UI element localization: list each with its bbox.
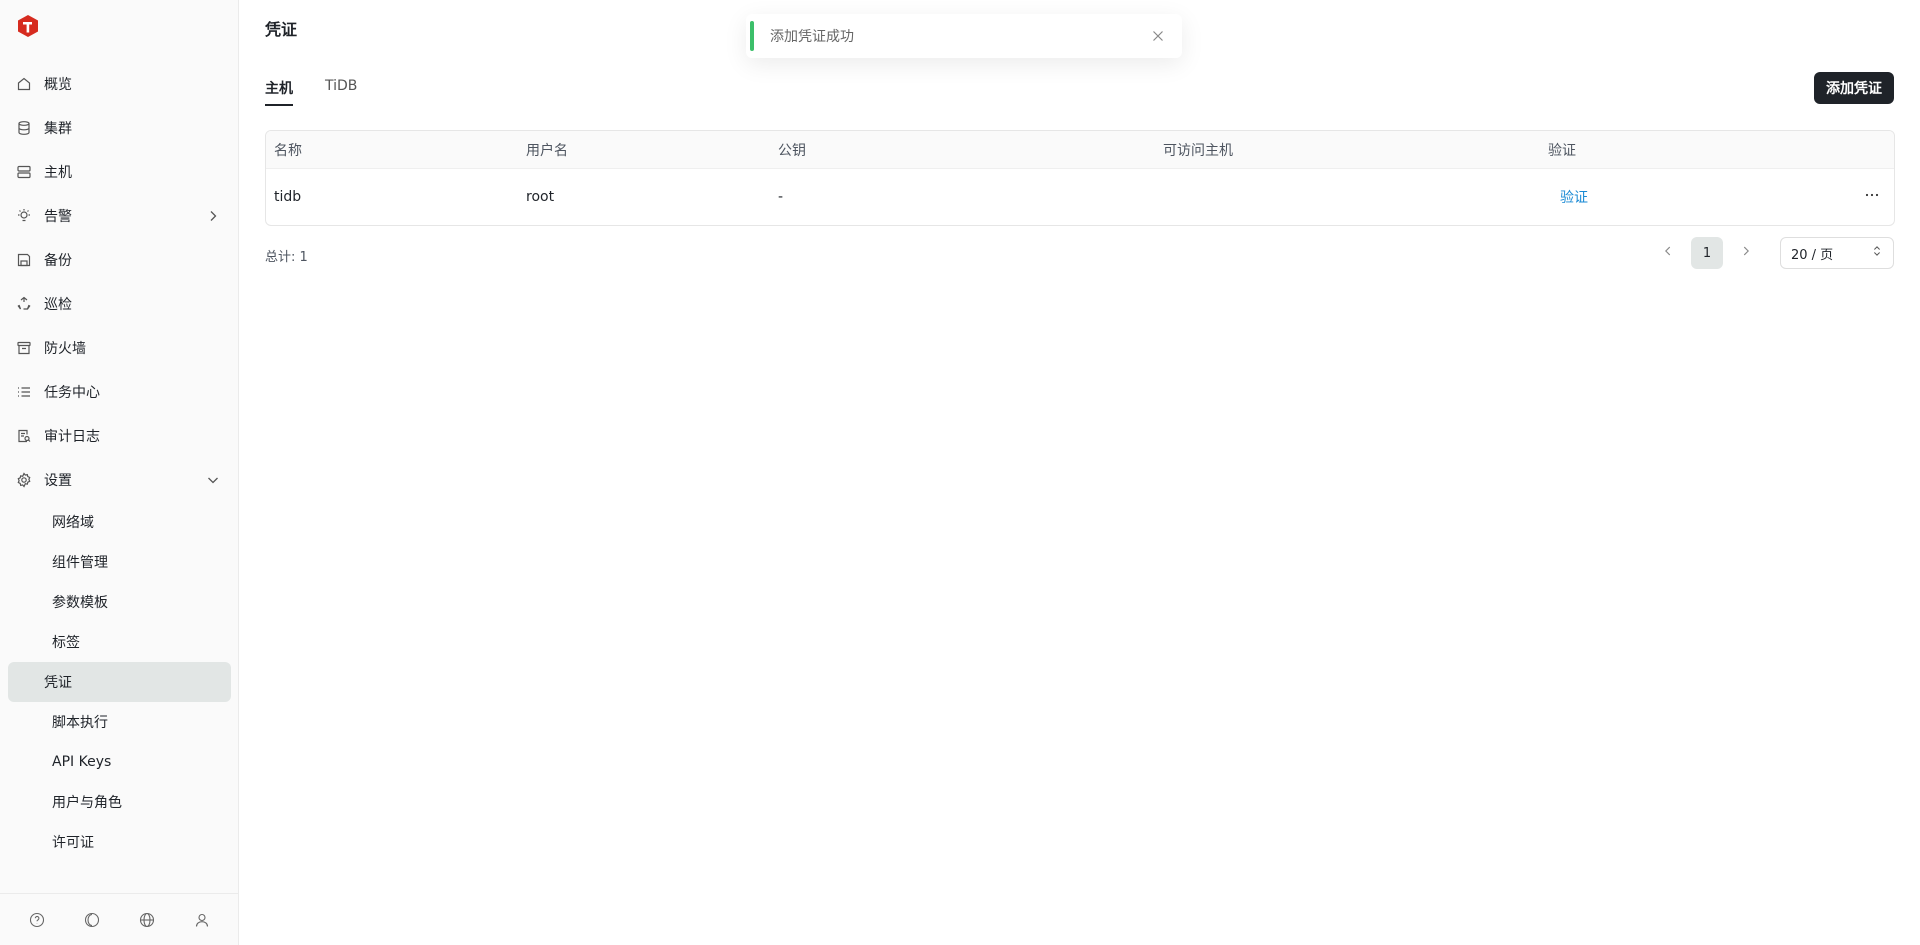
database-icon: [16, 120, 32, 136]
audit-icon: [16, 428, 32, 444]
table-header: 名称 用户名 公钥 可访问主机 验证: [266, 131, 1894, 169]
prev-page-button[interactable]: [1652, 237, 1684, 269]
sidebar-item-settings[interactable]: 设置: [0, 458, 239, 502]
chevron-right-icon: [1739, 244, 1753, 262]
theme-icon[interactable]: [83, 911, 101, 929]
cell-username: root: [526, 189, 555, 205]
sidebar-sub-label: 用户与角色: [52, 795, 122, 811]
sidebar-sub-label: 组件管理: [52, 555, 108, 571]
toast-message: 添加凭证成功: [770, 29, 854, 45]
sidebar: 概览 集群 主机 告警 备份 巡检 防火墙 任务中心 审计日志 设置 网络域 组…: [0, 0, 239, 945]
sidebar-item-label: 防火墙: [44, 341, 86, 357]
page-size-select[interactable]: 20 / 页: [1780, 237, 1894, 269]
tab-tidb[interactable]: TiDB: [325, 78, 357, 106]
column-header-pubkey: 公钥: [778, 142, 806, 159]
total-count: 总计: 1: [265, 250, 308, 265]
sidebar-item-inspection[interactable]: 巡检: [0, 282, 239, 326]
sidebar-sub-credentials[interactable]: 凭证: [8, 662, 231, 702]
next-page-button[interactable]: [1730, 237, 1762, 269]
sidebar-sub-license[interactable]: 许可证: [8, 822, 231, 862]
server-icon: [16, 164, 32, 180]
sidebar-sub-label: 凭证: [44, 675, 72, 691]
more-actions-button[interactable]: [1840, 187, 1894, 207]
sidebar-item-label: 主机: [44, 165, 72, 181]
sidebar-item-audit-log[interactable]: 审计日志: [0, 414, 239, 458]
sidebar-item-label: 巡检: [44, 297, 72, 313]
sidebar-item-label: 备份: [44, 253, 72, 269]
sidebar-sub-label: 脚本执行: [52, 715, 108, 731]
column-header-hosts: 可访问主机: [1163, 142, 1233, 159]
list-icon: [16, 384, 32, 400]
help-icon[interactable]: [28, 911, 46, 929]
sidebar-item-label: 集群: [44, 121, 72, 137]
cell-verify: 验证: [1540, 187, 1840, 207]
tabs: 主机 TiDB: [265, 78, 357, 106]
sidebar-item-overview[interactable]: 概览: [0, 62, 239, 106]
bulb-icon: [16, 208, 32, 224]
archive-icon: [16, 340, 32, 356]
sidebar-sub-label: 网络域: [52, 515, 94, 531]
sidebar-sub-components[interactable]: 组件管理: [8, 542, 231, 582]
sidebar-sub-label: 标签: [52, 635, 80, 651]
pagination: 1 20 / 页: [1652, 237, 1894, 269]
sidebar-nav: 概览 集群 主机 告警 备份 巡检 防火墙 任务中心 审计日志 设置 网络域 组…: [0, 62, 239, 862]
sidebar-sub-label: API Keys: [52, 754, 112, 770]
user-icon[interactable]: [193, 911, 211, 929]
sidebar-item-label: 概览: [44, 77, 72, 93]
sidebar-item-clusters[interactable]: 集群: [0, 106, 239, 150]
logo[interactable]: [16, 14, 40, 38]
chevron-left-icon: [1661, 244, 1675, 262]
page-size-value: 20 / 页: [1791, 247, 1834, 263]
sidebar-item-label: 审计日志: [44, 429, 100, 445]
sidebar-item-firewall[interactable]: 防火墙: [0, 326, 239, 370]
cell-name: tidb: [274, 189, 302, 205]
column-header-verify: 验证: [1548, 142, 1576, 159]
home-icon: [16, 76, 32, 92]
sidebar-sub-label: 许可证: [52, 835, 94, 851]
verify-link[interactable]: 验证: [1548, 190, 1588, 206]
main-content: 凭证 主机 TiDB 添加凭证 名称 用户名 公钥 可访问主机 验证 tidb …: [240, 0, 1920, 945]
add-credential-button[interactable]: 添加凭证: [1814, 72, 1894, 104]
sidebar-item-label: 任务中心: [44, 385, 100, 401]
globe-icon[interactable]: [138, 911, 156, 929]
page-number[interactable]: 1: [1691, 237, 1723, 269]
chevron-right-icon: [205, 208, 221, 224]
more-icon: [1864, 187, 1880, 207]
sidebar-footer: [0, 893, 239, 945]
recycle-icon: [16, 296, 32, 312]
sidebar-sub-scripts[interactable]: 脚本执行: [8, 702, 231, 742]
sidebar-item-hosts[interactable]: 主机: [0, 150, 239, 194]
page-title: 凭证: [265, 20, 298, 39]
sort-arrows-icon: [1871, 245, 1883, 261]
save-icon: [16, 252, 32, 268]
credentials-table: 名称 用户名 公钥 可访问主机 验证 tidb root - 验证: [265, 130, 1895, 226]
sidebar-item-backup[interactable]: 备份: [0, 238, 239, 282]
sidebar-item-alerts[interactable]: 告警: [0, 194, 239, 238]
sidebar-item-label: 告警: [44, 209, 72, 225]
sidebar-sub-api-keys[interactable]: API Keys: [8, 742, 231, 782]
sidebar-item-label: 设置: [44, 473, 72, 489]
cell-pubkey: -: [778, 189, 784, 205]
table-row: tidb root - 验证: [266, 169, 1894, 225]
sidebar-sub-network-domain[interactable]: 网络域: [8, 502, 231, 542]
sidebar-sub-label: 参数模板: [52, 595, 108, 611]
close-icon[interactable]: [1150, 28, 1166, 44]
sidebar-sub-users-roles[interactable]: 用户与角色: [8, 782, 231, 822]
tab-hosts[interactable]: 主机: [265, 78, 293, 106]
toast-status-bar: [750, 21, 754, 51]
success-toast: 添加凭证成功: [746, 14, 1182, 58]
chevron-down-icon: [205, 472, 221, 488]
sidebar-item-tasks[interactable]: 任务中心: [0, 370, 239, 414]
sidebar-sub-param-templates[interactable]: 参数模板: [8, 582, 231, 622]
column-header-name: 名称: [274, 142, 302, 159]
column-header-username: 用户名: [526, 142, 568, 159]
gear-icon: [16, 472, 32, 488]
sidebar-sub-tags[interactable]: 标签: [8, 622, 231, 662]
